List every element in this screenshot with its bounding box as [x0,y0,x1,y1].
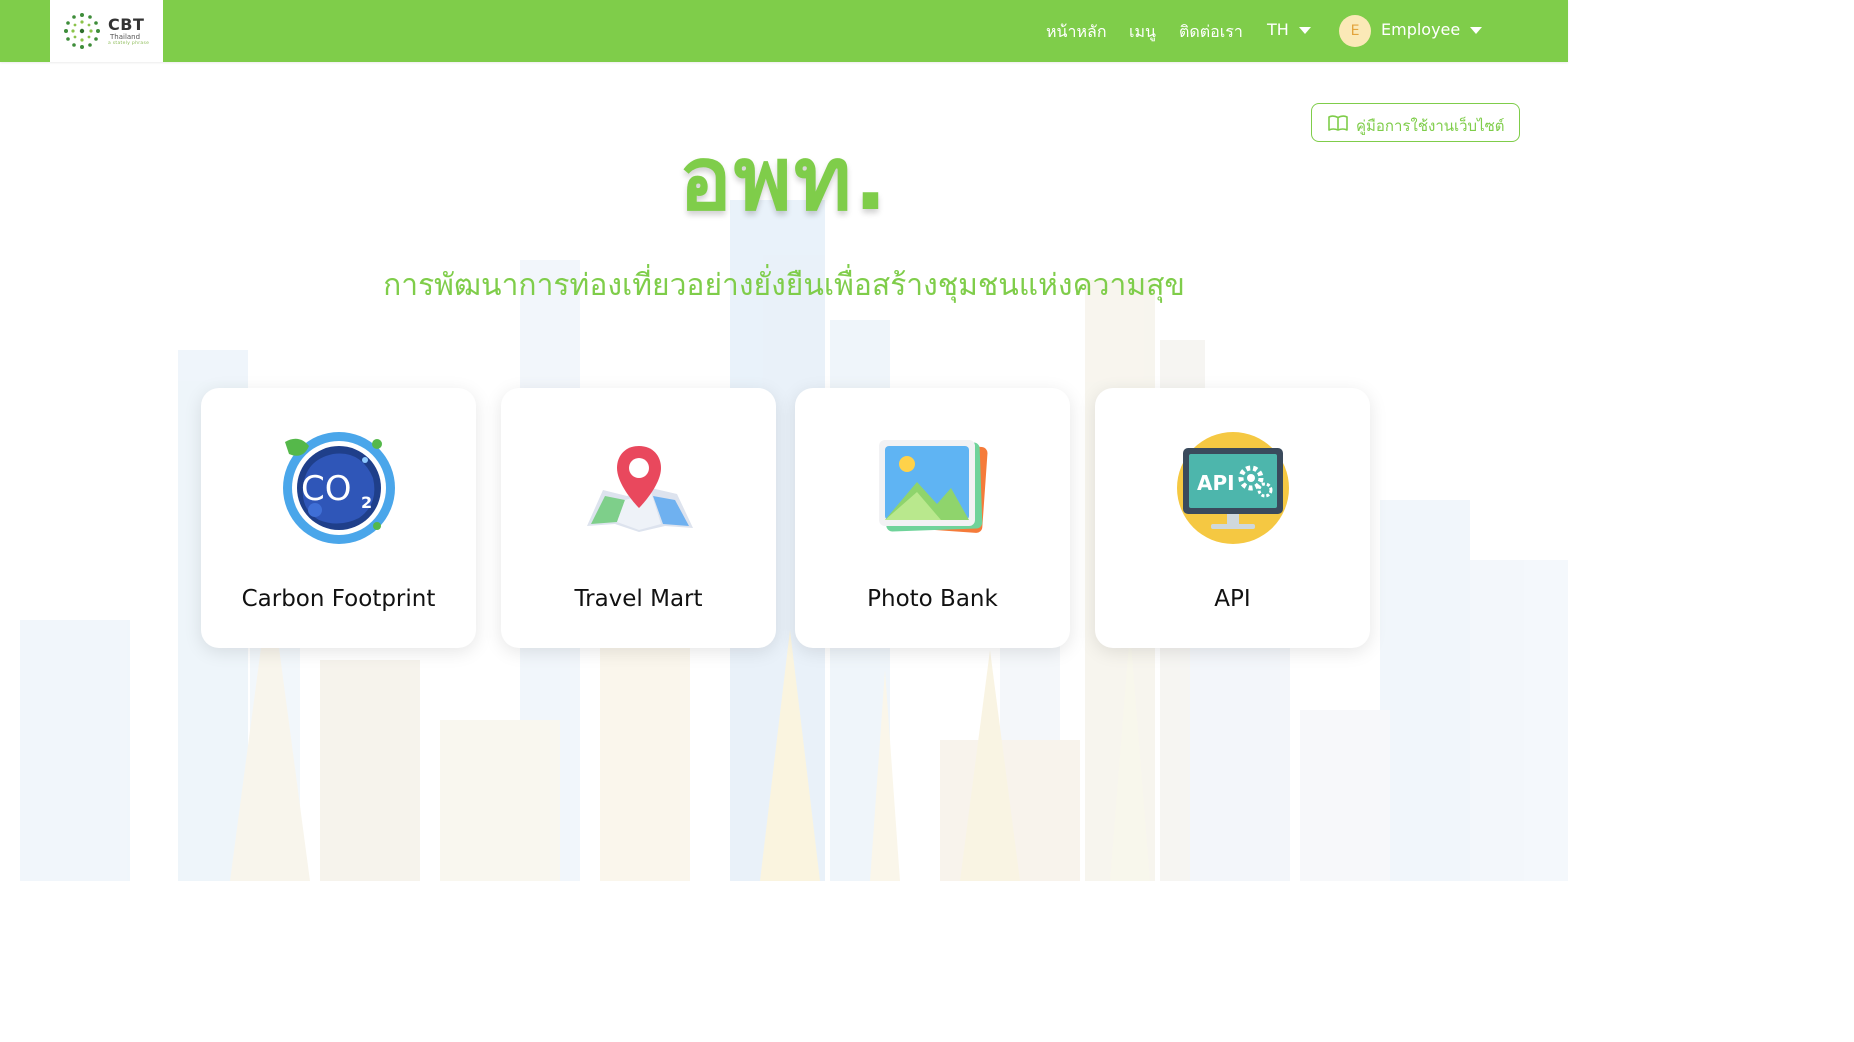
card-travel-mart[interactable]: Travel Mart [501,388,776,648]
top-navigation-bar: CBT Thailand a stately phrase หน้าหลัก เ… [0,0,1568,62]
card-carbon-footprint[interactable]: CO 2 Carbon Footprint [201,388,476,648]
card-label: API [1214,586,1251,612]
api-icon-text: API [1197,471,1235,495]
cbt-logo[interactable]: CBT Thailand a stately phrase [50,0,163,62]
card-label: Carbon Footprint [241,586,436,612]
card-label: Travel Mart [574,586,703,612]
avatar[interactable]: E [1339,15,1371,47]
co2-subscript: 2 [361,493,372,512]
logo-subtitle: Thailand [110,33,141,41]
user-name: Employee [1381,20,1461,39]
logo-dots-icon [64,13,100,49]
map-pin-icon [587,446,693,532]
page-title: อพท. [678,127,890,230]
language-label: TH [1267,20,1289,39]
page-subtitle: การพัฒนาการท่องเที่ยวอย่างยั่งยืนเพื่อสร… [383,268,1185,303]
nav-contact[interactable]: ติดต่อเรา [1179,20,1243,45]
card-api[interactable]: API API [1095,388,1370,648]
card-label: Photo Bank [867,586,998,612]
language-selector[interactable]: TH [1267,20,1311,39]
chevron-down-icon [1298,27,1311,34]
chevron-down-icon [1470,27,1483,34]
co2-icon: CO 2 [283,432,395,544]
logo-tagline: a stately phrase [108,41,150,46]
user-menu[interactable]: Employee [1381,20,1483,39]
card-photo-bank[interactable]: Photo Bank [795,388,1070,648]
logo-title: CBT [108,15,145,34]
api-monitor-icon: API [1177,432,1289,544]
nav-home[interactable]: หน้าหลัก [1046,20,1107,45]
co2-text: CO [301,469,352,509]
photo-icon [879,440,988,533]
nav-menu[interactable]: เมนู [1129,20,1156,45]
